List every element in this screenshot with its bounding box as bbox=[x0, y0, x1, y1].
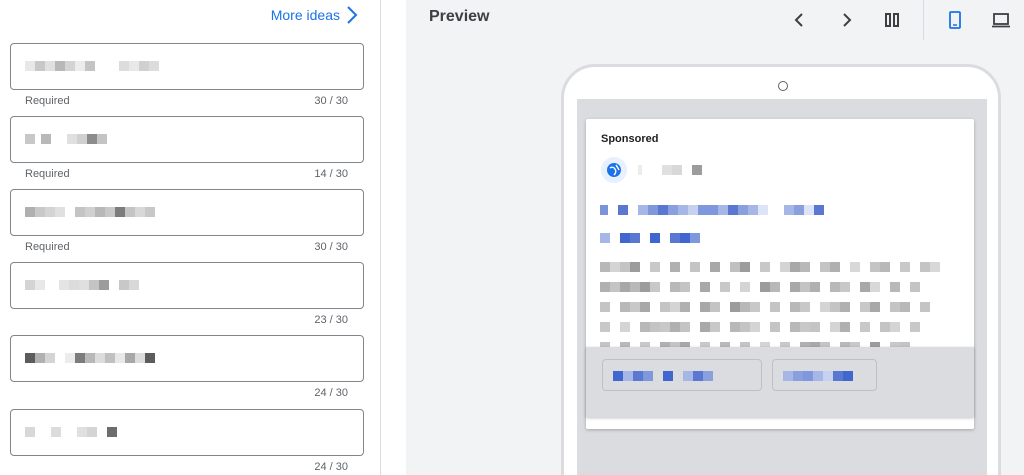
redacted-description-line bbox=[600, 302, 930, 312]
headline-input-2[interactable] bbox=[10, 116, 364, 163]
char-count: 30 / 30 bbox=[314, 241, 348, 253]
char-count: 14 / 30 bbox=[314, 168, 348, 180]
headline-input-6[interactable] bbox=[10, 409, 364, 456]
field-hint: Required bbox=[25, 241, 70, 253]
char-count: 30 / 30 bbox=[314, 95, 348, 107]
redacted-headline bbox=[600, 205, 824, 215]
mobile-icon bbox=[949, 11, 961, 29]
redacted-sitelink bbox=[613, 371, 713, 381]
char-count: 24 / 30 bbox=[314, 461, 348, 473]
field-hint: Required bbox=[25, 168, 70, 180]
mobile-view-button[interactable] bbox=[932, 6, 978, 34]
headline-input-3[interactable] bbox=[10, 189, 364, 236]
desktop-view-button[interactable] bbox=[978, 6, 1024, 34]
redacted-text bbox=[25, 427, 117, 437]
char-count: 23 / 30 bbox=[314, 314, 348, 326]
phone-camera bbox=[778, 81, 788, 91]
redacted-description-line bbox=[600, 322, 920, 332]
sitelink-chip-2[interactable] bbox=[772, 359, 877, 391]
redacted-text bbox=[25, 134, 107, 144]
redacted-description-line bbox=[600, 262, 940, 272]
redacted-text bbox=[25, 280, 139, 290]
previous-button[interactable] bbox=[777, 6, 823, 34]
redacted-description-line bbox=[600, 282, 920, 292]
headline-input-4[interactable] bbox=[10, 262, 364, 309]
redacted-domain bbox=[638, 165, 702, 175]
sitelink-chip-1[interactable] bbox=[602, 359, 762, 391]
redacted-text bbox=[25, 353, 155, 363]
desktop-icon bbox=[992, 13, 1010, 28]
globe-icon bbox=[601, 157, 627, 183]
char-count: 24 / 30 bbox=[314, 387, 348, 399]
more-ideas-link[interactable]: More ideas bbox=[271, 6, 358, 24]
preview-title: Preview bbox=[429, 8, 490, 25]
headline-input-1[interactable] bbox=[10, 43, 364, 90]
columns-icon bbox=[885, 13, 899, 27]
asset-editor-panel: More ideas Required 30 / 30 Required 14 … bbox=[0, 0, 381, 475]
headline-input-5[interactable] bbox=[10, 335, 364, 382]
phone-screen: Sponsored bbox=[577, 99, 987, 475]
sitelinks-bar bbox=[586, 347, 974, 417]
pause-button[interactable] bbox=[869, 6, 915, 34]
next-button[interactable] bbox=[823, 6, 869, 34]
chevron-left-icon bbox=[794, 13, 803, 27]
redacted-text bbox=[25, 61, 159, 71]
preview-panel: Preview Sponsored bbox=[406, 0, 1024, 475]
redacted-sitelink bbox=[783, 371, 853, 381]
field-hint: Required bbox=[25, 95, 70, 107]
toolbar-divider bbox=[923, 0, 924, 40]
chevron-right-icon bbox=[843, 13, 852, 27]
preview-toolbar bbox=[777, 0, 1024, 40]
chevron-right-icon bbox=[347, 6, 358, 24]
sponsored-label: Sponsored bbox=[601, 133, 659, 145]
redacted-text bbox=[25, 207, 155, 217]
phone-mockup: Sponsored bbox=[561, 64, 1001, 475]
more-ideas-label: More ideas bbox=[270, 7, 340, 23]
redacted-headline-line-2 bbox=[600, 233, 700, 243]
